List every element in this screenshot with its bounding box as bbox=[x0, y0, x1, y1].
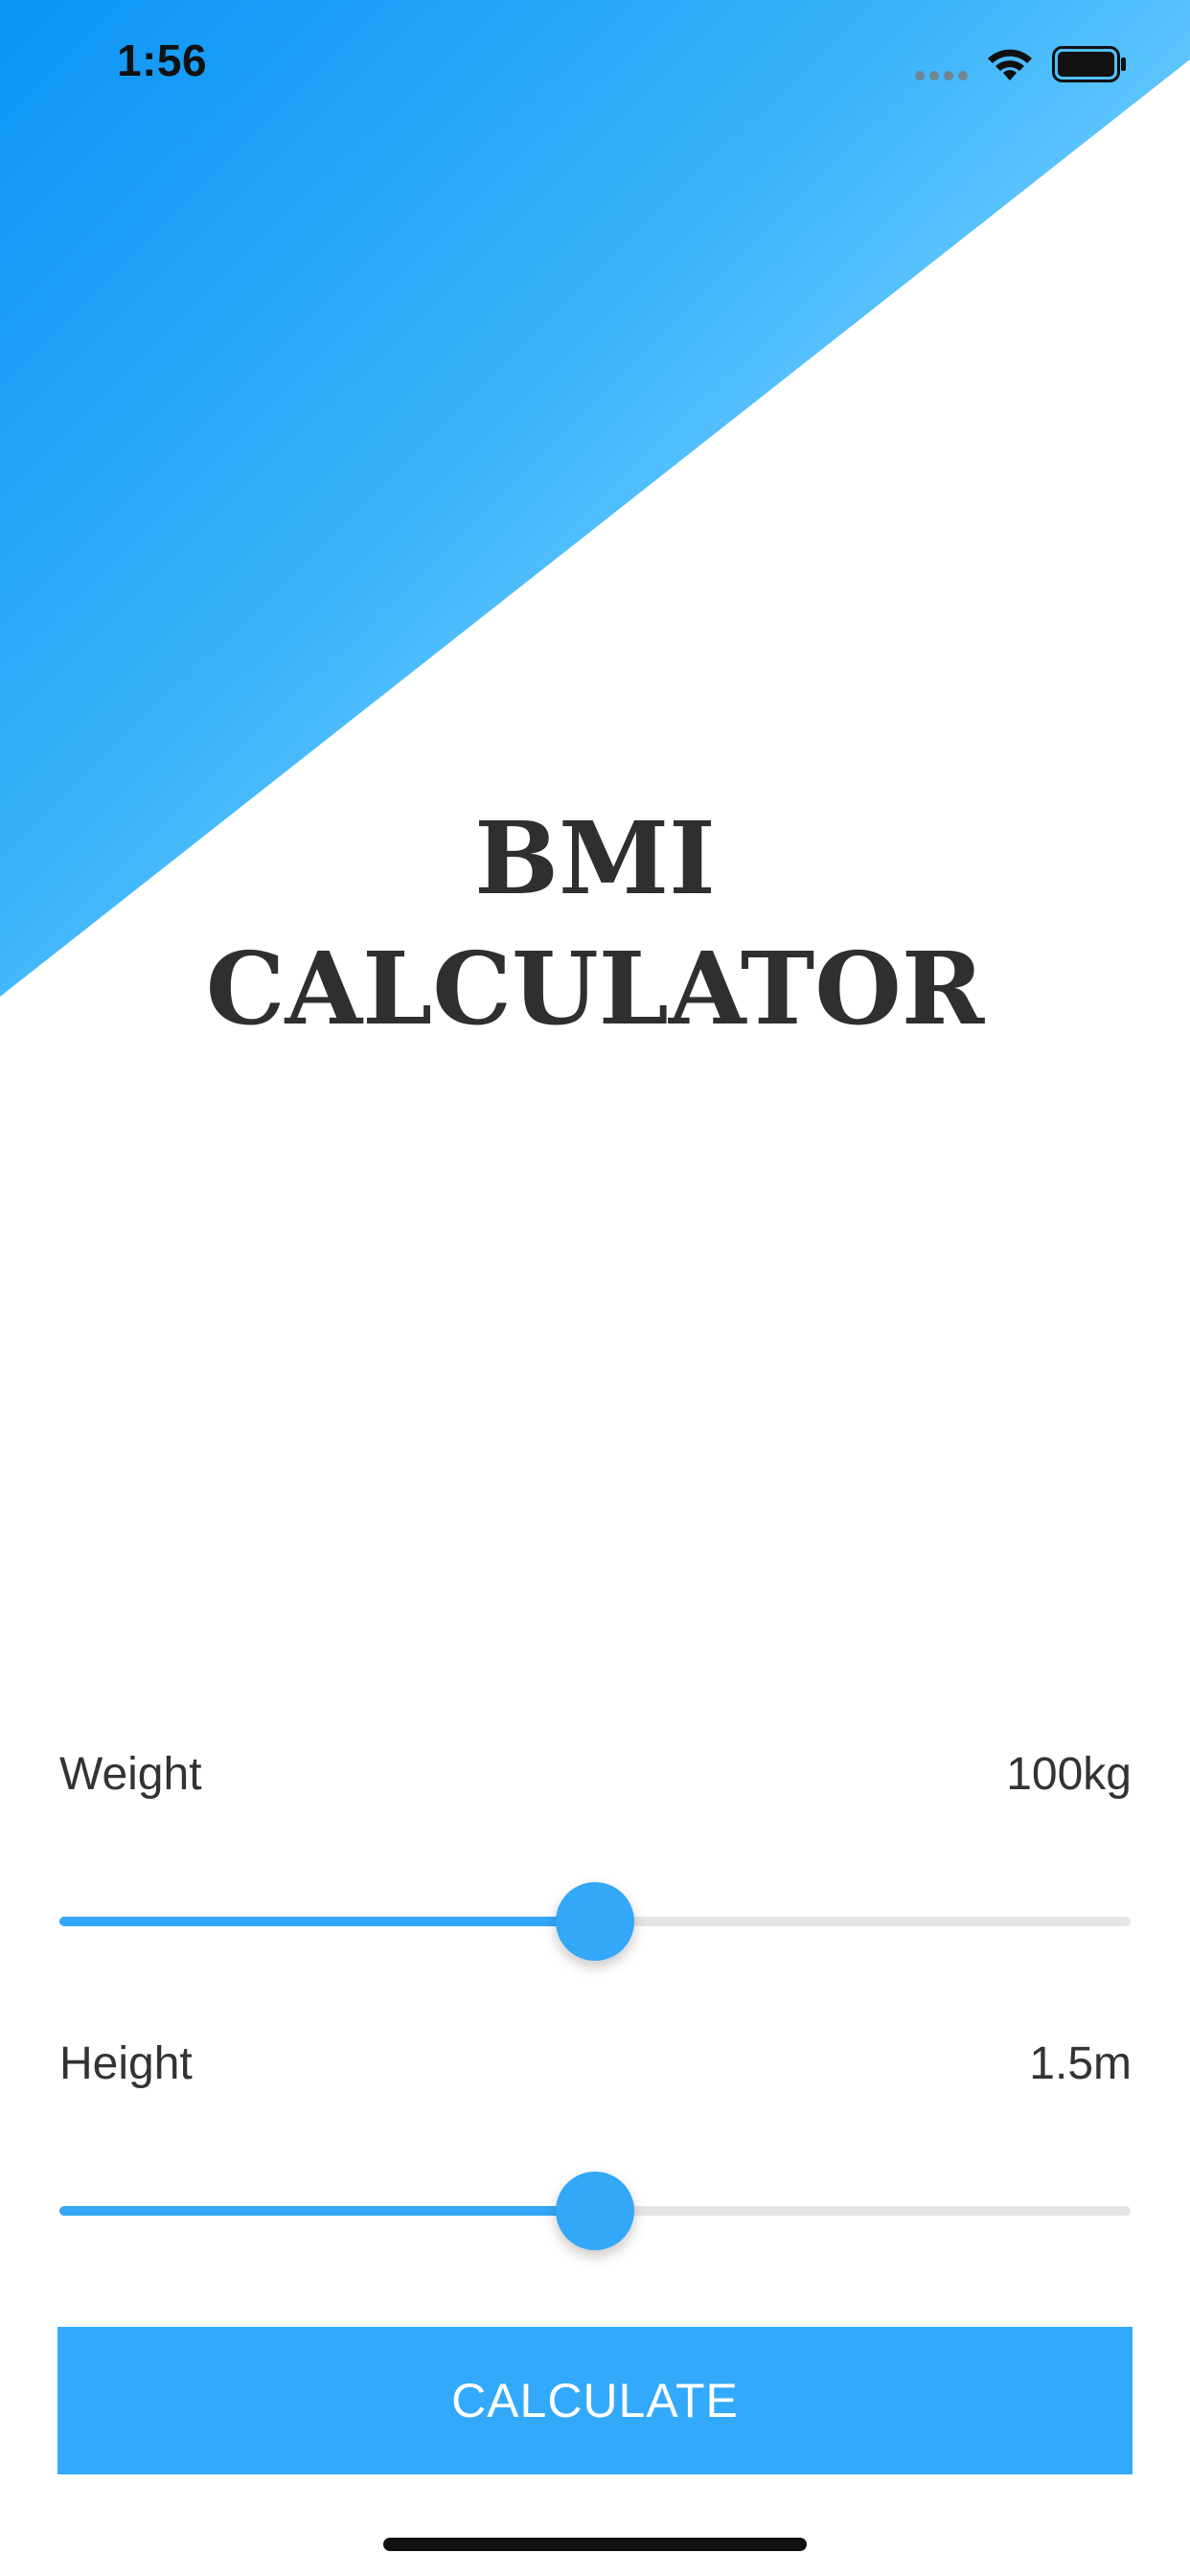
weight-value: 100kg bbox=[1006, 1749, 1132, 1800]
home-indicator[interactable] bbox=[383, 2538, 807, 2551]
wifi-icon bbox=[988, 49, 1032, 80]
app-title: BMI CALCULATOR bbox=[0, 794, 1190, 1054]
height-label: Height bbox=[59, 2038, 193, 2089]
weight-slider[interactable] bbox=[59, 1882, 1131, 1961]
height-slider[interactable] bbox=[59, 2172, 1131, 2250]
battery-icon bbox=[1052, 46, 1126, 82]
signal-dots-icon bbox=[915, 71, 973, 82]
weight-slider-thumb[interactable] bbox=[556, 1882, 634, 1961]
height-slider-thumb[interactable] bbox=[556, 2172, 634, 2250]
height-slider-fill bbox=[59, 2206, 595, 2216]
status-time: 1:56 bbox=[117, 35, 208, 85]
app-title-line-2: CALCULATOR bbox=[205, 930, 985, 1047]
weight-label: Weight bbox=[59, 1749, 202, 1800]
status-bar: 1:56 bbox=[0, 0, 1190, 126]
app-title-line-1: BMI bbox=[474, 799, 716, 917]
height-value: 1.5m bbox=[1029, 2038, 1132, 2089]
calculate-button[interactable]: CALCULATE bbox=[57, 2327, 1133, 2474]
weight-slider-fill bbox=[59, 1917, 595, 1926]
